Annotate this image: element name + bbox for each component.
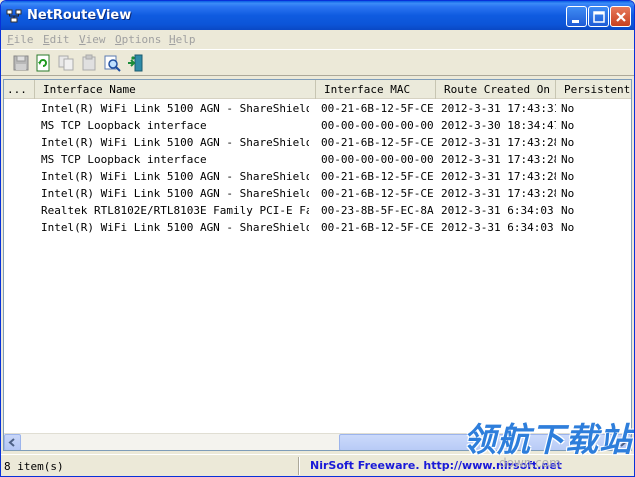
cell-route-created: 2012-3-31 17:43:31 [441, 102, 556, 115]
menu-view[interactable]: View [79, 33, 106, 46]
cell-route-created: 2012-3-31 6:34:03 [441, 221, 554, 234]
site-watermark: 领航下载站 down.com [463, 413, 633, 475]
close-button[interactable] [610, 6, 631, 27]
cell-interface-name: MS TCP Loopback interface [41, 119, 207, 132]
copy-icon[interactable] [57, 54, 75, 72]
close-icon [616, 12, 626, 22]
cell-interface-mac: 00-00-00-00-00-00 [321, 153, 434, 166]
table-row[interactable]: Intel(R) WiFi Link 5100 AGN - ShareShiel… [4, 134, 631, 151]
refresh-icon[interactable] [34, 54, 52, 72]
table-row[interactable]: MS TCP Loopback interface 00-00-00-00-00… [4, 151, 631, 168]
table-row[interactable]: Intel(R) WiFi Link 5100 AGN - ShareShiel… [4, 185, 631, 202]
find-icon[interactable] [103, 54, 121, 72]
cell-persistent: No [561, 102, 575, 115]
cell-interface-mac: 00-21-6B-12-5F-CE [321, 102, 434, 115]
toolbar [1, 49, 634, 76]
cell-interface-mac: 00-21-6B-12-5F-CE [321, 187, 434, 200]
maximize-button[interactable] [588, 6, 609, 27]
cell-interface-mac: 00-21-6B-12-5F-CE [321, 170, 434, 183]
cell-interface-mac: 00-23-8B-5F-EC-8A [321, 204, 434, 217]
scroll-left-button[interactable] [4, 434, 21, 450]
cell-route-created: 2012-3-30 18:34:47 [441, 119, 556, 132]
menu-bar: File Edit View Options Help [1, 30, 634, 49]
maximize-icon [593, 11, 605, 23]
cell-interface-mac: 00-00-00-00-00-00 [321, 119, 434, 132]
app-window: NetRouteView File Edit View Options Help [0, 0, 635, 477]
cell-persistent: No [561, 204, 575, 217]
cell-persistent: No [561, 119, 575, 132]
route-list[interactable]: ... Interface Name Interface MAC Route C… [3, 79, 632, 451]
cell-route-created: 2012-3-31 17:43:28 [441, 187, 556, 200]
watermark-domain: down.com [499, 456, 561, 470]
cell-interface-name: Intel(R) WiFi Link 5100 AGN - ShareShiel… [41, 136, 309, 149]
menu-file[interactable]: File [7, 33, 34, 46]
cell-route-created: 2012-3-31 17:43:28 [441, 153, 556, 166]
column-header-index[interactable]: ... [4, 80, 35, 99]
watermark-logo-text: 领航下载站 [463, 420, 633, 459]
title-bar[interactable]: NetRouteView [1, 1, 634, 30]
save-icon[interactable] [12, 54, 30, 72]
column-header-route-created[interactable]: Route Created On [436, 80, 556, 99]
cell-interface-mac: 00-21-6B-12-5F-CE [321, 136, 434, 149]
exit-icon[interactable] [126, 54, 144, 72]
column-header-persistent[interactable]: Persistent [556, 80, 631, 99]
list-header: ... Interface Name Interface MAC Route C… [4, 80, 631, 99]
cell-route-created: 2012-3-31 17:43:28 [441, 136, 556, 149]
menu-help[interactable]: Help [169, 33, 196, 46]
minimize-button[interactable] [566, 6, 587, 27]
table-row[interactable]: Intel(R) WiFi Link 5100 AGN - ShareShiel… [4, 168, 631, 185]
cell-persistent: No [561, 187, 575, 200]
minimize-icon [572, 20, 579, 23]
cell-persistent: No [561, 136, 575, 149]
table-row[interactable]: Realtek RTL8102E/RTL8103E Family PCI-E F… [4, 202, 631, 219]
cell-persistent: No [561, 170, 575, 183]
column-header-interface-name[interactable]: Interface Name [35, 80, 316, 99]
chevron-left-icon [8, 438, 15, 447]
properties-icon[interactable] [80, 54, 98, 72]
cell-interface-name: MS TCP Loopback interface [41, 153, 207, 166]
cell-interface-name: Intel(R) WiFi Link 5100 AGN - ShareShiel… [41, 221, 309, 234]
column-header-interface-mac[interactable]: Interface MAC [316, 80, 436, 99]
cell-interface-name: Intel(R) WiFi Link 5100 AGN - ShareShiel… [41, 187, 309, 200]
cell-persistent: No [561, 221, 575, 234]
cell-persistent: No [561, 153, 575, 166]
status-divider [298, 457, 300, 475]
network-app-icon [6, 9, 22, 23]
cell-interface-name: Intel(R) WiFi Link 5100 AGN - ShareShiel… [41, 102, 309, 115]
window-title: NetRouteView [27, 8, 132, 23]
cell-interface-mac: 00-21-6B-12-5F-CE [321, 221, 434, 234]
menu-options[interactable]: Options [115, 33, 161, 46]
table-row[interactable]: Intel(R) WiFi Link 5100 AGN - ShareShiel… [4, 219, 631, 236]
table-row[interactable]: MS TCP Loopback interface 00-00-00-00-00… [4, 117, 631, 134]
cell-interface-name: Intel(R) WiFi Link 5100 AGN - ShareShiel… [41, 170, 309, 183]
status-item-count: 8 item(s) [4, 460, 64, 473]
cell-interface-name: Realtek RTL8102E/RTL8103E Family PCI-E F… [41, 204, 309, 217]
menu-edit[interactable]: Edit [43, 33, 70, 46]
cell-route-created: 2012-3-31 17:43:28 [441, 170, 556, 183]
table-row[interactable]: Intel(R) WiFi Link 5100 AGN - ShareShiel… [4, 100, 631, 117]
cell-route-created: 2012-3-31 6:34:03 [441, 204, 554, 217]
